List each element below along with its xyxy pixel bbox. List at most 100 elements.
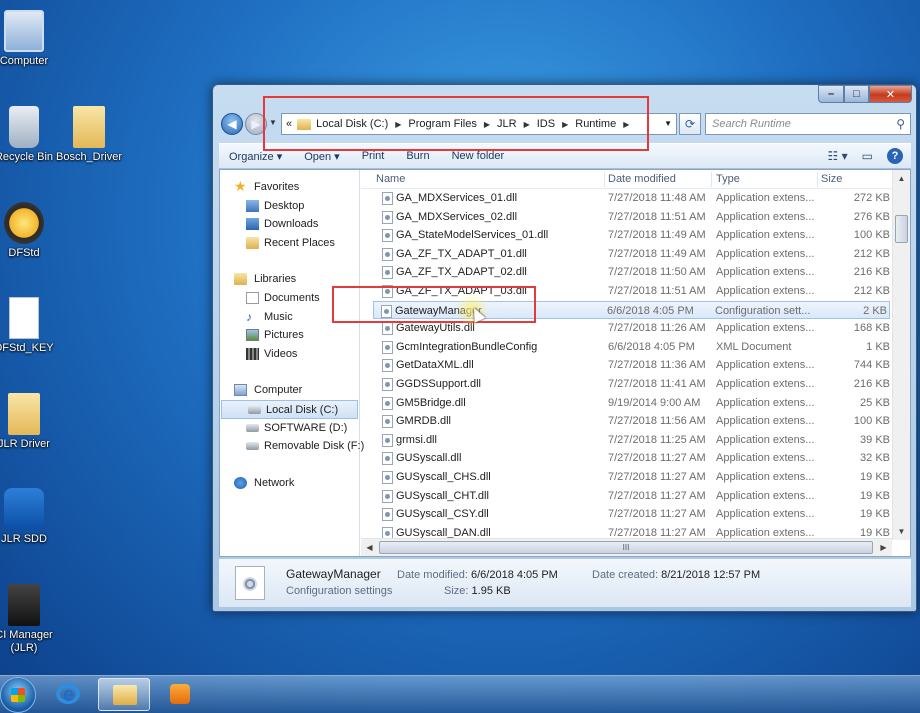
nav-removable-f[interactable]: Removable Disk (F:) [220,437,364,456]
jlr-sdd-icon [4,488,44,530]
desktop-icon-computer[interactable]: Computer [0,10,62,68]
address-dropdown-icon[interactable]: ▼ [664,119,672,128]
new-folder-button[interactable]: New folder [452,150,505,162]
file-name: GetDataXML.dll [396,359,474,372]
nav-label: Videos [264,347,298,360]
close-button[interactable]: ✕ [869,85,912,103]
organize-button[interactable]: Organize ▾ [229,150,282,163]
desktop-icon-dfstd[interactable]: DFStd [0,202,62,260]
explorer-window: – □ ✕ ◀ ▶ ▼ « Local Disk (C:) ▶ Program … [212,84,917,612]
file-row[interactable]: GetDataXML.dll 7/27/2018 11:36 AM Applicat… [361,356,892,375]
vertical-scrollbar[interactable]: ▲ ▼ [892,170,910,540]
nav-software-d[interactable]: SOFTWARE (D:) [220,419,359,438]
file-size: 1 KB [866,340,890,353]
desktop-icon-label: JLR SDD [1,533,47,545]
file-size: 276 KB [853,210,890,223]
column-header-name[interactable]: Name [376,173,405,185]
nav-recent-places[interactable]: Recent Places [220,234,359,253]
minimize-button[interactable]: – [818,85,844,103]
column-header-size[interactable]: Size [821,173,842,185]
change-view-icon[interactable]: ☷ ▾ [828,149,848,163]
file-row[interactable]: GUSyscall_CHT.dll 7/27/2018 11:27 AM Appli… [361,487,892,506]
back-button[interactable]: ◀ [221,113,243,135]
removable-disk-icon [246,442,259,451]
file-icon [382,247,393,261]
open-button[interactable]: Open ▾ [304,150,340,163]
file-row[interactable]: GA_MDXServices_02.dll 7/27/2018 11:51 AM A… [361,208,892,227]
details-pane: GatewayManager Configuration settings Da… [219,559,911,607]
nav-label: Network [254,476,295,489]
file-row[interactable]: GUSyscall.dll 7/27/2018 11:27 AM Applicati… [361,449,892,468]
file-icon [382,452,393,466]
file-type: Application extens... [716,359,815,372]
search-input[interactable]: Search Runtime ⚲ [705,113,911,135]
desktop-icon-jlr-driver[interactable]: JLR Driver [0,393,62,451]
column-header-date[interactable]: Date modified [608,173,676,185]
desktop-icon-ci-manager[interactable]: CI Manager (JLR) [0,584,62,655]
column-header-type[interactable]: Type [716,173,740,185]
file-row[interactable]: GcmIntegrationBundleConfig 6/6/2018 4:05 … [361,338,892,357]
file-row[interactable]: grmsi.dll 7/27/2018 11:25 AM Application e… [361,431,892,450]
nav-desktop[interactable]: Desktop [220,197,359,216]
file-type: Application extens... [716,247,815,260]
refresh-button[interactable]: ⟳ [679,113,701,135]
file-icon [382,340,393,354]
file-icon [382,508,393,522]
start-button[interactable] [0,677,36,713]
file-row[interactable]: GGDSSupport.dll 7/27/2018 11:41 AM Applica… [361,375,892,394]
nav-downloads[interactable]: Downloads [220,215,359,234]
file-type: Configuration sett... [715,304,811,317]
maximize-button[interactable]: □ [844,85,869,103]
taskbar-internet-explorer[interactable] [42,678,94,711]
file-row[interactable]: GUSyscall_CHS.dll 7/27/2018 11:27 AM Appli… [361,468,892,487]
search-icon[interactable]: ⚲ [896,117,905,131]
file-row[interactable]: GA_StateModelServices_01.dll 7/27/2018 11… [361,226,892,245]
file-row[interactable]: GMRDB.dll 7/27/2018 11:56 AM Application e… [361,412,892,431]
scroll-left-icon[interactable]: ◀ [361,539,378,556]
details-size-value: 1.95 KB [471,585,511,597]
taskbar-media-player[interactable] [154,678,206,711]
details-file-name: GatewayManager [286,567,381,581]
file-size: 100 KB [853,415,890,428]
scroll-thumb[interactable]: III [379,541,873,554]
file-date-modified: 7/27/2018 11:27 AM [608,489,706,502]
file-name: GA_MDXServices_02.dll [396,210,518,223]
file-row[interactable]: GA_MDXServices_01.dll 7/27/2018 11:48 AM A… [361,189,892,208]
nav-label: Music [264,310,293,323]
scroll-thumb[interactable] [895,215,908,243]
file-row[interactable]: GM5Bridge.dll 9/19/2014 9:00 AM Applicatio… [361,394,892,413]
desktop-icon-dfstd-key[interactable]: DFStd_KEY [0,297,62,355]
file-icon [382,489,393,503]
desktop-icon-jlr-sdd[interactable]: JLR SDD [0,488,62,546]
ci-manager-icon [8,584,40,626]
file-size: 19 KB [860,508,890,521]
search-placeholder: Search Runtime [712,118,791,130]
taskbar-windows-explorer[interactable] [98,678,150,711]
file-row[interactable]: GUSyscall_CSY.dll 7/27/2018 11:27 AM Appli… [361,505,892,524]
desktop-icon-label: Computer [0,55,49,67]
nav-network[interactable]: Network [220,474,359,493]
burn-button[interactable]: Burn [406,150,429,162]
scroll-down-icon[interactable]: ▼ [893,523,910,540]
nav-favorites[interactable]: ★ Favorites [220,178,359,197]
preview-pane-icon[interactable]: ▭ [862,149,873,163]
nav-pictures[interactable]: Pictures [220,326,359,345]
libraries-icon [234,273,247,286]
file-type: Application extens... [716,452,815,465]
print-button[interactable]: Print [362,150,385,162]
details-modified-label: Date modified: [397,569,468,581]
file-row[interactable]: GA_ZF_TX_ADAPT_02.dll 7/27/2018 11:50 AM A… [361,263,892,282]
desktop-icon-label: DFStd_KEY [0,342,54,354]
file-row[interactable]: GA_ZF_TX_ADAPT_01.dll 7/27/2018 11:49 AM A… [361,245,892,264]
nav-videos[interactable]: Videos [220,345,359,364]
horizontal-scrollbar[interactable]: ◀ III ▶ [361,538,892,556]
nav-local-disk-c[interactable]: Local Disk (C:) [221,399,358,419]
scroll-right-icon[interactable]: ▶ [875,539,892,556]
nav-computer[interactable]: Computer [220,381,359,400]
file-type: Application extens... [716,489,815,502]
desktop-icon [246,199,259,212]
file-size: 168 KB [853,322,890,335]
scroll-up-icon[interactable]: ▲ [893,170,910,187]
help-icon[interactable]: ? [887,148,903,164]
desktop-icon-bosch-driver[interactable]: Bosch_Driver [51,106,127,164]
